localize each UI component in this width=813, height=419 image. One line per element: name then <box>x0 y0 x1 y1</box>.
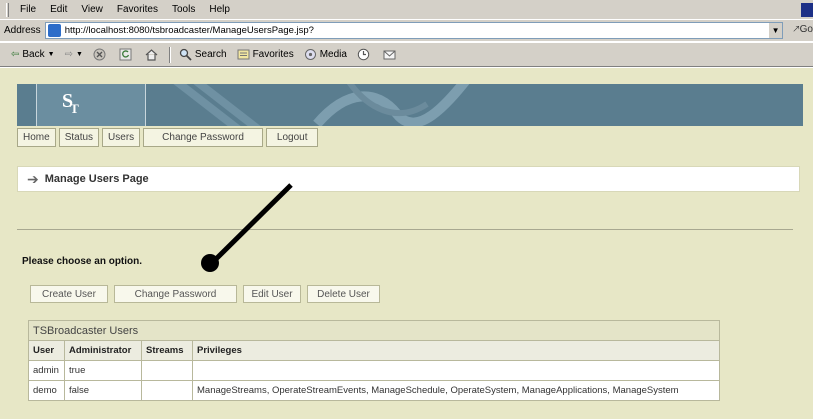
address-label: Address <box>4 25 41 36</box>
history-button[interactable] <box>352 48 378 61</box>
forward-button[interactable]: ⇨ ▼ <box>60 49 88 60</box>
address-url[interactable]: http://localhost:8080/tsbroadcaster/Mana… <box>65 25 768 36</box>
cell-user: demo <box>28 380 65 401</box>
column-header-privileges: Privileges <box>192 340 720 361</box>
media-icon <box>304 49 316 60</box>
nav-logout[interactable]: Logout <box>265 128 319 147</box>
table-header-row: User Administrator Streams Privileges <box>28 340 720 361</box>
table-row[interactable]: admin true <box>28 360 720 381</box>
mail-icon <box>383 50 396 60</box>
page-title-bar: ➔ Manage Users Page <box>17 166 800 192</box>
cell-administrator: false <box>64 380 142 401</box>
chevron-down-icon[interactable]: ▼ <box>76 51 83 58</box>
address-input[interactable]: http://localhost:8080/tsbroadcaster/Mana… <box>44 22 784 39</box>
option-prompt: Please choose an option. <box>22 256 143 267</box>
user-actions: Create User Change Password Edit User De… <box>30 285 386 303</box>
page-title: Manage Users Page <box>44 173 149 185</box>
edit-user-button[interactable]: Edit User <box>243 285 301 303</box>
search-icon <box>179 48 192 61</box>
page-icon <box>47 24 61 37</box>
change-password-button[interactable]: Change Password <box>114 285 237 303</box>
address-bar: Address http://localhost:8080/tsbroadcas… <box>0 20 813 42</box>
history-icon <box>357 48 370 61</box>
favorites-label: Favorites <box>252 49 294 60</box>
nav-users[interactable]: Users <box>102 128 141 147</box>
cell-privileges <box>192 360 720 381</box>
table-caption-row: TSBroadcaster Users <box>28 320 720 341</box>
search-label: Search <box>194 49 227 60</box>
nav-home[interactable]: Home <box>17 128 56 147</box>
site-nav: Home Status Users Change Password Logout <box>17 128 321 147</box>
search-button[interactable]: Search <box>174 48 232 61</box>
go-label: Go <box>799 24 813 35</box>
site-logo[interactable]: ST <box>62 90 82 116</box>
cell-streams <box>141 360 193 381</box>
favorites-icon <box>237 49 250 60</box>
home-button[interactable] <box>140 48 166 61</box>
table-row[interactable]: demo false ManageStreams, OperateStreamE… <box>28 380 720 401</box>
media-button[interactable]: Media <box>299 48 352 61</box>
menu-file[interactable]: File <box>13 4 43 15</box>
cell-streams <box>141 380 193 401</box>
menu-view[interactable]: View <box>74 4 110 15</box>
cell-privileges: ManageStreams, OperateStreamEvents, Mana… <box>192 380 720 401</box>
nav-status[interactable]: Status <box>58 128 100 147</box>
page-body: ST Home Status Users Change Password Log… <box>0 68 813 419</box>
table-caption: TSBroadcaster Users <box>28 320 720 341</box>
menu-tools[interactable]: Tools <box>165 4 202 15</box>
menu-help[interactable]: Help <box>202 4 237 15</box>
menu-bar: File Edit View Favorites Tools Help <box>0 0 813 20</box>
stop-button[interactable] <box>88 48 114 61</box>
stop-icon <box>93 48 106 61</box>
refresh-button[interactable] <box>114 48 140 61</box>
chevron-down-icon[interactable]: ▼ <box>48 51 55 58</box>
cell-user: admin <box>28 360 65 381</box>
menu-favorites[interactable]: Favorites <box>110 4 165 15</box>
cell-administrator: true <box>64 360 142 381</box>
nav-change-password[interactable]: Change Password <box>143 128 263 147</box>
toolbar-grip <box>6 2 9 17</box>
site-banner: ST <box>17 84 803 126</box>
column-header-streams: Streams <box>141 340 193 361</box>
back-arrow-icon: ⇦ <box>11 49 20 60</box>
toolbar-separator <box>168 46 171 63</box>
back-label: Back <box>22 49 45 60</box>
chevron-down-icon[interactable]: ▼ <box>768 23 783 38</box>
favorites-button[interactable]: Favorites <box>232 48 299 61</box>
forward-arrow-icon: ⇨ <box>64 49 73 60</box>
arrow-right-icon: ➔ <box>27 170 39 187</box>
column-header-administrator: Administrator <box>64 340 142 361</box>
column-header-user: User <box>28 340 65 361</box>
go-button[interactable]: 🡕Go <box>793 22 813 39</box>
media-label: Media <box>319 49 347 60</box>
standard-toolbar: ⇦ Back ▼ ⇨ ▼ Search Favorites Media <box>0 43 813 67</box>
divider <box>17 229 793 230</box>
menu-edit[interactable]: Edit <box>43 4 74 15</box>
create-user-button[interactable]: Create User <box>30 285 108 303</box>
refresh-icon <box>119 48 132 61</box>
back-button[interactable]: ⇦ Back ▼ <box>6 49 60 60</box>
logo-box <box>36 84 146 126</box>
mail-button[interactable] <box>378 48 404 61</box>
windows-logo-icon <box>801 3 813 17</box>
delete-user-button[interactable]: Delete User <box>307 285 380 303</box>
home-icon <box>145 49 158 61</box>
users-table: TSBroadcaster Users User Administrator S… <box>28 320 720 401</box>
